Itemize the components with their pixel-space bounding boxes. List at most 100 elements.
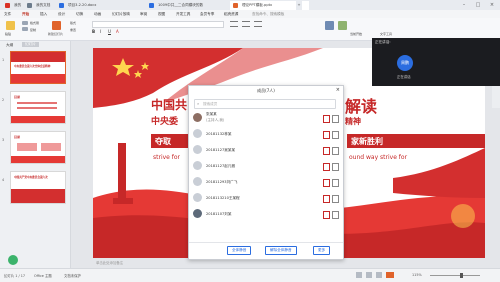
slide-band-text-right[interactable]: 家新胜利 (351, 136, 383, 147)
maximize-icon[interactable]: □ (472, 0, 484, 10)
slide-thumbnail-3[interactable]: 目录 (10, 131, 66, 164)
camera-off-icon[interactable] (332, 115, 339, 123)
meeting-indicator-icon[interactable] (8, 255, 18, 265)
mute-all-button[interactable]: 全体静音 (227, 246, 252, 255)
mic-muted-icon[interactable] (323, 147, 330, 155)
member-row[interactable]: 20181127赵凡雅 (189, 159, 343, 174)
italic-icon[interactable]: I (100, 29, 101, 34)
font-name-select[interactable] (92, 21, 224, 28)
slide-thumbnail-2[interactable]: 目录 (10, 91, 66, 124)
slide-english-left[interactable]: strive for (153, 154, 180, 161)
mic-muted-icon[interactable] (323, 115, 330, 123)
ppt-icon (233, 3, 238, 8)
bold-icon[interactable]: B (92, 29, 95, 34)
close-icon[interactable]: × (336, 87, 340, 93)
zoom-slider[interactable] (430, 275, 480, 276)
slide-sorter-icon[interactable] (366, 272, 372, 278)
command-search[interactable]: 查找命令、搜索模板 (252, 10, 284, 18)
normal-view-icon[interactable] (356, 272, 362, 278)
align-center-icon[interactable] (242, 21, 250, 27)
mic-muted-icon[interactable] (323, 163, 330, 171)
zoom-level[interactable]: 115% (412, 273, 422, 277)
slide-title-left[interactable]: 中国共 (151, 96, 187, 113)
mic-muted-icon[interactable] (323, 179, 330, 187)
menu-design[interactable]: 设计 (58, 10, 65, 18)
font-color-icon[interactable]: A (116, 29, 119, 34)
menu-member[interactable]: 会员专享 (200, 10, 214, 18)
tab-docx[interactable]: 项目3.2.20.docx (56, 1, 127, 10)
member-actions (323, 131, 339, 139)
menu-home[interactable]: 开始 (22, 10, 29, 18)
member-row[interactable]: 2018113210王某程 (189, 191, 343, 206)
shape-icon[interactable] (325, 21, 334, 30)
current-start-label[interactable]: 当前开始 (350, 32, 362, 36)
member-row[interactable]: 20181107刘某 (189, 207, 343, 222)
member-name: 20181127吴某某 (206, 148, 236, 152)
menu-slideshow[interactable]: 幻灯片放映 (112, 10, 130, 18)
speaker-avatar: 周鹏 (397, 55, 413, 71)
menu-file[interactable]: 文件 (4, 10, 11, 18)
menu-review[interactable]: 审阅 (140, 10, 147, 18)
camera-off-icon[interactable] (332, 131, 339, 139)
member-row[interactable]: 张某某 (主持人,我) (189, 111, 343, 126)
member-search-input[interactable]: ⌕ 搜索成员 (194, 99, 336, 109)
notes-placeholder[interactable]: 单击此处添加备注 (96, 260, 123, 265)
camera-off-icon[interactable] (332, 211, 339, 219)
new-slide-icon[interactable] (52, 21, 61, 30)
slide-band-text-left[interactable]: 夺取 (155, 136, 171, 147)
picture-icon[interactable] (338, 21, 347, 30)
menu-daoke[interactable]: 稻壳资源 (224, 10, 238, 18)
slide-thumbnail-1[interactable]: 中央委员会第六次全体会议精神 (10, 51, 66, 84)
menu-animation[interactable]: 动画 (94, 10, 101, 18)
more-button[interactable]: 更多 (313, 246, 331, 255)
member-role: (主持人,我) (206, 118, 225, 122)
underline-icon[interactable]: U (108, 29, 111, 34)
member-row[interactable]: 201811293刘广飞 (189, 175, 343, 190)
protect-status[interactable]: 文档未保护 (64, 273, 81, 278)
member-row[interactable]: 20181132林某 (189, 127, 343, 142)
camera-off-icon[interactable] (332, 163, 339, 171)
member-row[interactable]: 20181127吴某某 (189, 143, 343, 158)
menu-view[interactable]: 视图 (158, 10, 165, 18)
tab-contract[interactable]: 1009中共__二合同模块的数 (146, 1, 241, 10)
zoom-slider-thumb[interactable] (460, 273, 463, 278)
align-right-icon[interactable] (254, 21, 262, 27)
slide-subtitle-right[interactable]: 精神 (345, 116, 361, 127)
slide-english-right[interactable]: ound way strive for (349, 154, 407, 161)
member-name: 2018113210王某程 (206, 196, 240, 200)
member-actions (323, 115, 339, 123)
status-bar: 幻灯片 1 / 17 Office 主题 文档未保护 单击此处添加备注 115% (0, 261, 500, 282)
slide-title-right[interactable]: 解读 (345, 93, 377, 117)
avatar (193, 145, 202, 154)
menu-dev-tools[interactable]: 开发工具 (176, 10, 190, 18)
paste-icon[interactable] (6, 21, 15, 30)
member-name: 201811293刘广飞 (206, 180, 238, 184)
cut-icon[interactable] (22, 21, 28, 25)
close-icon[interactable]: × (486, 0, 498, 10)
reading-view-icon[interactable] (376, 272, 382, 278)
minimize-icon[interactable]: – (458, 0, 470, 10)
copy-label[interactable]: 复制 (30, 28, 36, 32)
menu-insert[interactable]: 插入 (40, 10, 47, 18)
unmute-all-button[interactable]: 解除全体静音 (265, 246, 297, 255)
mic-muted-icon[interactable] (323, 195, 330, 203)
mic-muted-icon[interactable] (323, 211, 330, 219)
slide-subtitle-left[interactable]: 中央委 (151, 114, 178, 127)
camera-off-icon[interactable] (332, 195, 339, 203)
format-painter-label[interactable]: 格式刷 (30, 21, 39, 25)
align-left-icon[interactable] (230, 21, 238, 27)
speaker-video-window[interactable]: 正在讲话: 周鹏 正在讲话 (372, 38, 500, 86)
outline-tab[interactable]: 大纲 (6, 43, 13, 48)
copy-icon[interactable] (22, 27, 28, 31)
new-tab-button[interactable]: + (296, 1, 302, 10)
reset-button[interactable]: 重置 (70, 28, 76, 32)
slide-thumbnail-4[interactable]: 中国共产党中央委员会第六次 (10, 171, 66, 204)
camera-off-icon[interactable] (332, 179, 339, 187)
layout-button[interactable]: 版式 (70, 21, 76, 25)
menu-transition[interactable]: 切换 (76, 10, 83, 18)
mic-muted-icon[interactable] (323, 131, 330, 139)
camera-off-icon[interactable] (332, 147, 339, 155)
text-tools-label[interactable]: 文字工具 (380, 32, 392, 36)
play-slideshow-icon[interactable] (386, 272, 394, 278)
slides-tab[interactable]: 幻灯片 (22, 42, 39, 47)
